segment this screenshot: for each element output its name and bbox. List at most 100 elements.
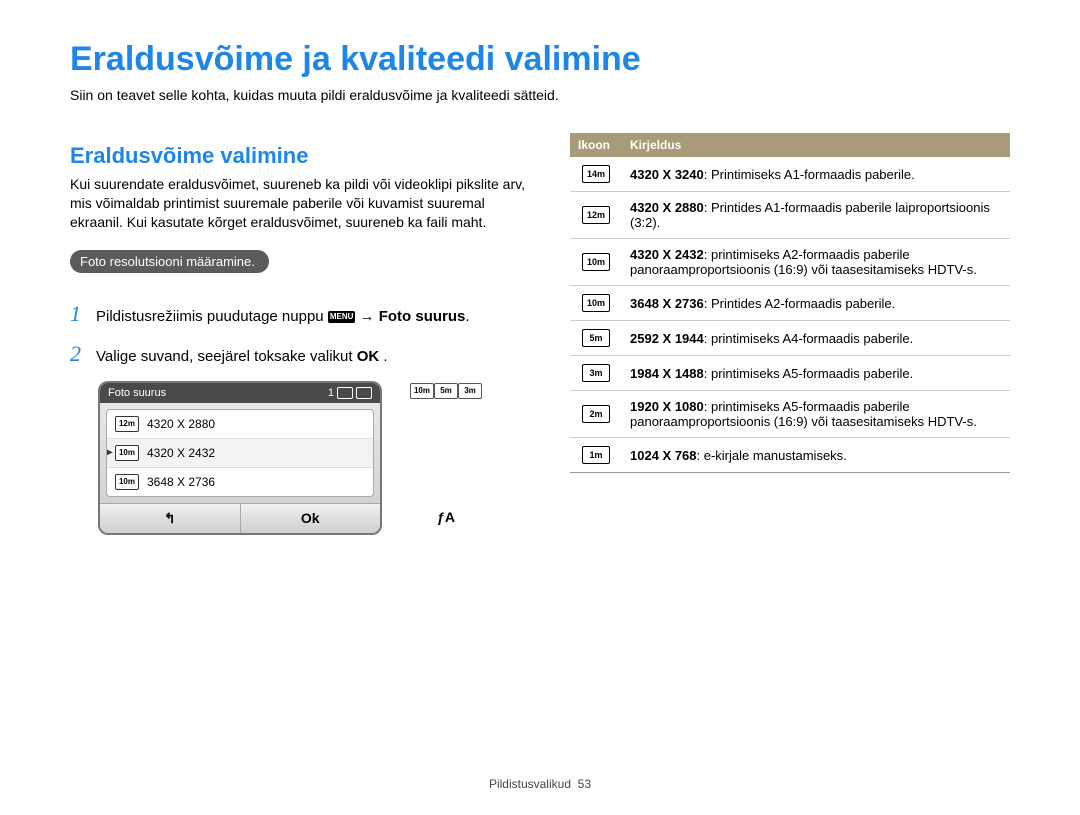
resolution-value: 1984 X 1488 — [630, 366, 704, 381]
right-column: Ikoon Kirjeldus 14m 4320 X 3240: Printimi… — [570, 133, 1010, 535]
camera-menu-body: 12m 4320 X 2880 10m 4320 X 2432 10m 3648 X 27… — [100, 403, 380, 503]
camera-menu: Foto suurus 1 12m 4320 X 2880 10m 4320 X 24… — [98, 381, 382, 535]
camera-row-label: 4320 X 2880 — [147, 417, 215, 431]
resolution-icon: 2m — [582, 405, 610, 423]
table-row: 14m 4320 X 3240: Printimiseks A1-formaadi… — [570, 157, 1010, 192]
resolution-value: 1920 X 1080 — [630, 399, 704, 414]
side-resolution-icon: 5m — [434, 383, 458, 399]
table-desc-cell: 4320 X 3240: Printimiseks A1-formaadis p… — [622, 157, 1010, 192]
table-desc-cell: 1984 X 1488: printimiseks A5-formaadis p… — [622, 356, 1010, 391]
step-2-suffix: . — [379, 348, 387, 365]
resolution-icon: 12m — [582, 206, 610, 224]
resolution-table: Ikoon Kirjeldus 14m 4320 X 3240: Printimi… — [570, 133, 1010, 473]
page-footer: Pildistusvalikud 53 — [0, 777, 1080, 791]
back-button[interactable]: ↰ — [100, 504, 241, 533]
camera-menu-row[interactable]: 10m 3648 X 2736 — [107, 467, 373, 496]
table-icon-cell: 10m — [570, 239, 622, 286]
table-row: 10m 3648 X 2736: Printides A2-formaadis p… — [570, 286, 1010, 321]
step-2: 2 Valige suvand, seejärel toksake valiku… — [70, 341, 530, 367]
resolution-description: : printimiseks A5-formaadis paberile. — [704, 366, 914, 381]
step-1-text: Pildistusrežiimis puudutage nuppu MENU →… — [96, 308, 470, 325]
step-1-pre: Pildistusrežiimis puudutage nuppu — [96, 308, 328, 325]
table-row: 2m 1920 X 1080: printimiseks A5-formaadis… — [570, 391, 1010, 438]
section-title: Eraldusvõime valimine — [70, 143, 530, 169]
camera-row-label: 4320 X 2432 — [147, 446, 215, 460]
table-row: 5m 2592 X 1944: printimiseks A4-formaadis… — [570, 321, 1010, 356]
step-number: 1 — [70, 301, 96, 327]
table-desc-cell: 1920 X 1080: printimiseks A5-formaadis p… — [622, 391, 1010, 438]
resolution-description: : printimiseks A4-formaadis paberile. — [704, 331, 914, 346]
table-desc-cell: 1024 X 768: e-kirjale manustamiseks. — [622, 438, 1010, 473]
table-icon-cell: 1m — [570, 438, 622, 473]
table-row: 12m 4320 X 2880: Printides A1-formaadis p… — [570, 192, 1010, 239]
table-icon-cell: 5m — [570, 321, 622, 356]
step-1: 1 Pildistusrežiimis puudutage nuppu MENU… — [70, 301, 530, 327]
camera-header-count: 1 — [328, 387, 334, 399]
resolution-description: : Printides A2-formaadis paberile. — [704, 296, 895, 311]
camera-menu-figure: Foto suurus 1 12m 4320 X 2880 10m 4320 X 24… — [98, 381, 530, 535]
table-desc-cell: 3648 X 2736: Printides A2-formaadis pabe… — [622, 286, 1010, 321]
resolution-icon: 5m — [582, 329, 610, 347]
two-column-layout: Eraldusvõime valimine Kui suurendate era… — [70, 133, 1010, 535]
resolution-icon: 10m — [115, 474, 139, 490]
table-row: 1m 1024 X 768: e-kirjale manustamiseks. — [570, 438, 1010, 473]
footer-page-number: 53 — [578, 777, 591, 791]
resolution-value: 4320 X 2880 — [630, 200, 704, 215]
resolution-description: : Printimiseks A1-formaadis paberile. — [704, 167, 915, 182]
side-status-icons: 10m5m3m ƒA — [410, 383, 482, 535]
resolution-icon: 10m — [582, 294, 610, 312]
body-paragraph: Kui suurendate eraldusvõimet, suureneb k… — [70, 175, 530, 232]
table-desc-cell: 4320 X 2432: printimiseks A2-formaadis p… — [622, 239, 1010, 286]
ok-icon: OK — [357, 348, 380, 365]
camera-row-label: 3648 X 2736 — [147, 475, 215, 489]
left-column: Eraldusvõime valimine Kui suurendate era… — [70, 133, 530, 535]
table-icon-cell: 12m — [570, 192, 622, 239]
camera-header-icons: 1 — [328, 387, 372, 399]
step-number: 2 — [70, 341, 96, 367]
step-2-pre: Valige suvand, seejärel toksake valikut — [96, 348, 357, 365]
footer-section-label: Pildistusvalikud — [489, 777, 571, 791]
step-2-text: Valige suvand, seejärel toksake valikut … — [96, 348, 388, 365]
step-1-arrow: → — [360, 308, 379, 325]
intro-text: Siin on teavet selle kohta, kuidas muuta… — [70, 87, 1010, 103]
menu-icon: MENU — [328, 311, 356, 323]
resolution-icon: 14m — [582, 165, 610, 183]
resolution-icon: 10m — [115, 445, 139, 461]
resolution-value: 3648 X 2736 — [630, 296, 704, 311]
flash-icon: ƒA — [437, 509, 455, 525]
camera-menu-row[interactable]: 10m 4320 X 2432 — [107, 438, 373, 467]
table-row: 3m 1984 X 1488: printimiseks A5-formaadis… — [570, 356, 1010, 391]
page-title: Eraldusvõime ja kvaliteedi valimine — [70, 40, 1010, 79]
camera-menu-header: Foto suurus 1 — [100, 383, 380, 403]
sd-card-icon — [337, 387, 353, 399]
table-icon-cell: 14m — [570, 157, 622, 192]
table-icon-cell: 2m — [570, 391, 622, 438]
table-head-desc: Kirjeldus — [622, 133, 1010, 157]
camera-menu-title: Foto suurus — [108, 387, 166, 399]
step-1-bold: Foto suurus — [379, 308, 466, 325]
camera-menu-row[interactable]: 12m 4320 X 2880 — [107, 410, 373, 438]
table-head-icon: Ikoon — [570, 133, 622, 157]
camera-menu-footer: ↰ Ok — [100, 503, 380, 533]
table-desc-cell: 4320 X 2880: Printides A1-formaadis pabe… — [622, 192, 1010, 239]
battery-icon — [356, 387, 372, 399]
table-icon-cell: 3m — [570, 356, 622, 391]
resolution-value: 4320 X 3240 — [630, 167, 704, 182]
table-desc-cell: 2592 X 1944: printimiseks A4-formaadis p… — [622, 321, 1010, 356]
resolution-icon: 3m — [582, 364, 610, 382]
resolution-value: 1024 X 768 — [630, 448, 697, 463]
side-resolution-icon: 10m — [410, 383, 434, 399]
ok-button[interactable]: Ok — [241, 504, 381, 533]
camera-menu-list: 12m 4320 X 2880 10m 4320 X 2432 10m 3648 X 27… — [106, 409, 374, 497]
document-page: Eraldusvõime ja kvaliteedi valimine Siin… — [0, 0, 1080, 815]
table-icon-cell: 10m — [570, 286, 622, 321]
step-1-suffix: . — [465, 308, 469, 325]
resolution-value: 2592 X 1944 — [630, 331, 704, 346]
side-resolution-icon: 3m — [458, 383, 482, 399]
resolution-description: : e-kirjale manustamiseks. — [697, 448, 847, 463]
resolution-icon: 1m — [582, 446, 610, 464]
table-row: 10m 4320 X 2432: printimiseks A2-formaadi… — [570, 239, 1010, 286]
resolution-value: 4320 X 2432 — [630, 247, 704, 262]
resolution-icon: 10m — [582, 253, 610, 271]
resolution-icon: 12m — [115, 416, 139, 432]
